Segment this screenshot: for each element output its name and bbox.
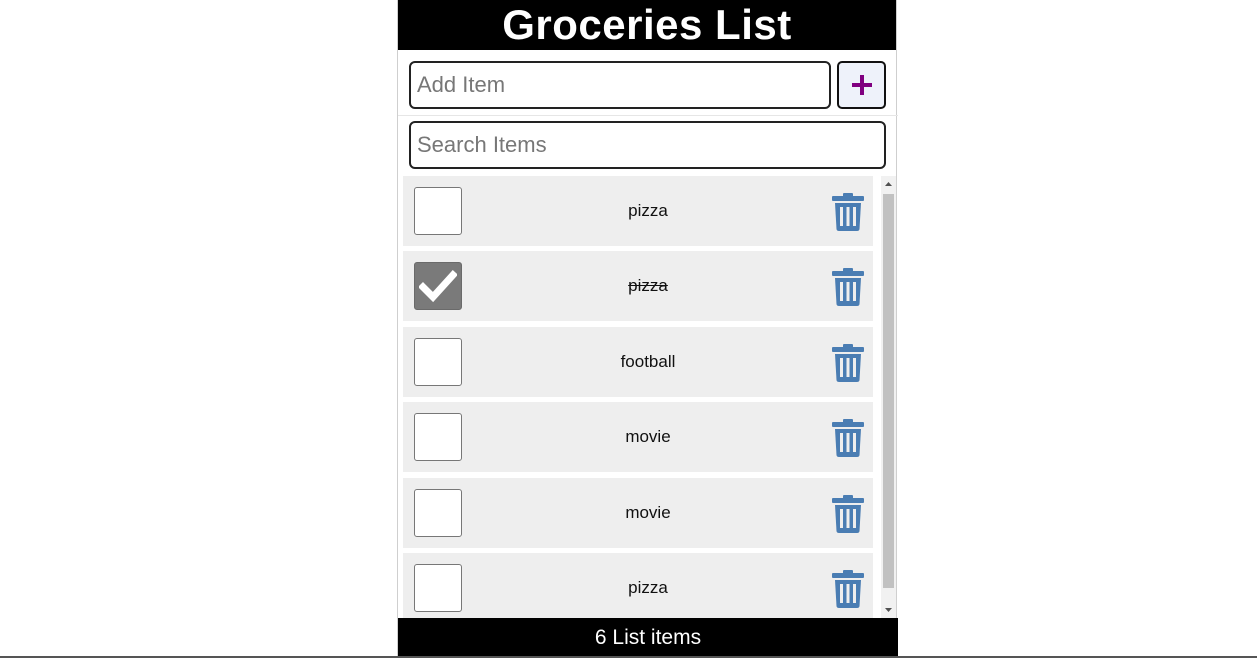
- app-container: Groceries List pizza pizza football movie mo…: [397, 0, 898, 658]
- list-item: football: [403, 327, 873, 397]
- add-item-input[interactable]: [409, 61, 831, 109]
- trash-icon[interactable]: [831, 419, 865, 457]
- list-item: pizza: [403, 176, 873, 246]
- footer: 6 List items: [398, 618, 898, 658]
- list-item: movie: [403, 402, 873, 472]
- item-label: pizza: [628, 276, 668, 295]
- trash-icon[interactable]: [831, 193, 865, 231]
- item-checkbox[interactable]: [414, 187, 462, 235]
- item-count: 6 List items: [594, 626, 702, 649]
- search-form: [398, 116, 898, 176]
- list-item: pizza: [403, 553, 873, 618]
- item-checkbox[interactable]: [414, 564, 462, 612]
- item-label: pizza: [628, 578, 668, 597]
- item-label: movie: [625, 503, 671, 522]
- list-item: pizza: [403, 251, 873, 321]
- list-scrollbar[interactable]: [881, 176, 896, 618]
- item-checkbox[interactable]: [414, 262, 462, 310]
- item-label: pizza: [628, 201, 668, 220]
- scrollbar-thumb[interactable]: [883, 194, 894, 588]
- trash-icon[interactable]: [831, 344, 865, 382]
- item-checkbox[interactable]: [414, 413, 462, 461]
- page-title: Groceries List: [502, 1, 792, 48]
- item-label: movie: [625, 427, 671, 446]
- list-item: movie: [403, 478, 873, 548]
- item-checkbox[interactable]: [414, 338, 462, 386]
- trash-icon[interactable]: [831, 495, 865, 533]
- plus-icon: [851, 75, 872, 95]
- trash-icon[interactable]: [831, 268, 865, 306]
- item-list: pizza pizza football movie movie pizza: [398, 176, 898, 618]
- trash-icon[interactable]: [831, 570, 865, 608]
- item-label: football: [620, 352, 676, 371]
- header: Groceries List: [398, 0, 896, 50]
- item-checkbox[interactable]: [414, 489, 462, 537]
- search-input[interactable]: [409, 121, 886, 169]
- scroll-up-arrow-icon[interactable]: [881, 176, 896, 192]
- add-item-form: [398, 50, 898, 116]
- checkmark-icon: [419, 270, 457, 303]
- add-item-button[interactable]: [837, 61, 886, 109]
- scroll-down-arrow-icon[interactable]: [881, 602, 896, 618]
